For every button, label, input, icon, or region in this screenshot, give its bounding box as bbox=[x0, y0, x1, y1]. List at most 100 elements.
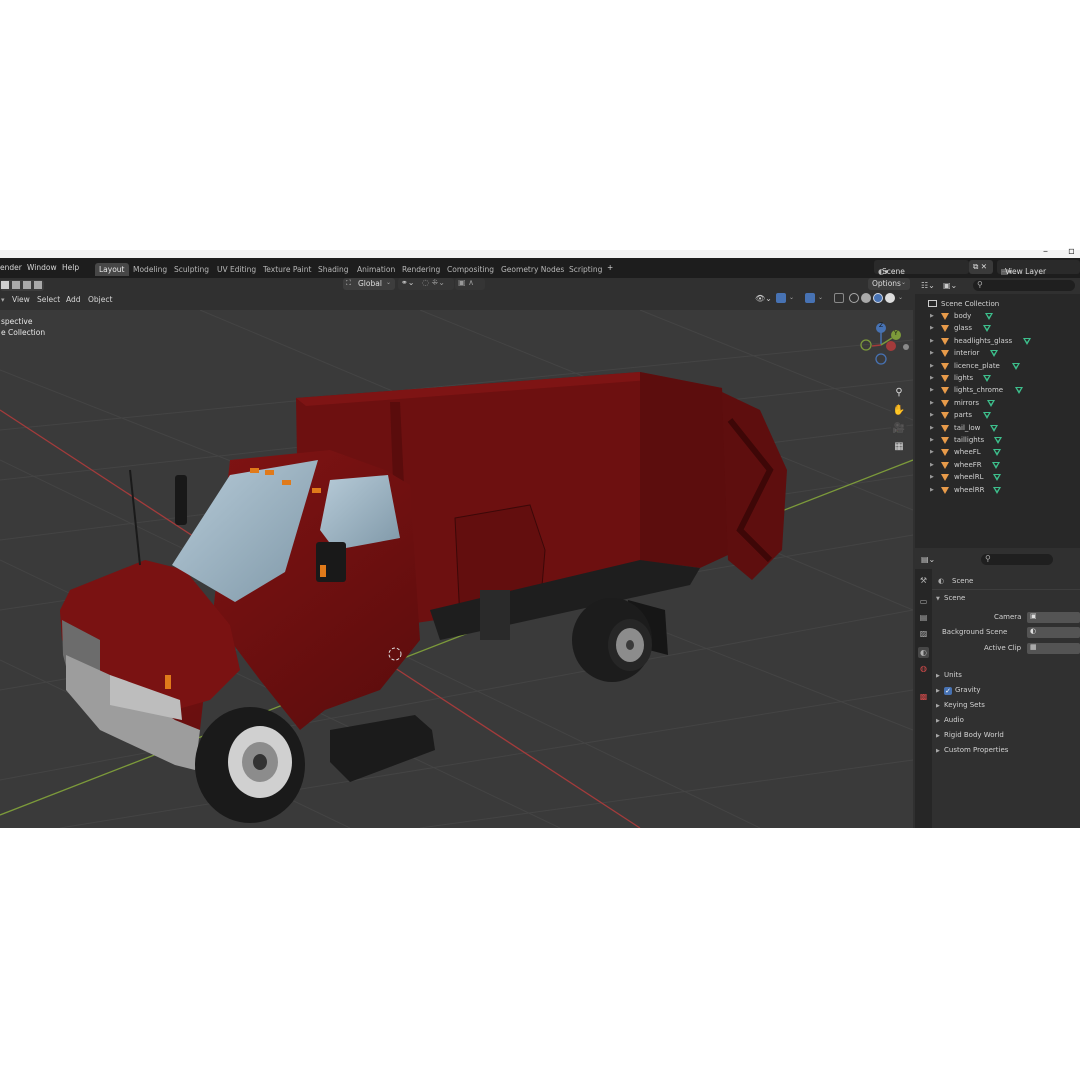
view-layer-selector[interactable]: ▤▾ View Layer bbox=[997, 260, 1080, 276]
menu-view[interactable]: View bbox=[12, 295, 30, 304]
expand-arrow-icon[interactable]: ▶ bbox=[930, 409, 934, 421]
camera-field[interactable]: ▣ bbox=[1027, 612, 1080, 623]
tab-compositing[interactable]: Compositing bbox=[443, 263, 498, 276]
outliner-item-wheefr[interactable]: ▶ wheeFR bbox=[915, 459, 1080, 471]
outliner-item-taillights[interactable]: ▶ taillights bbox=[915, 434, 1080, 446]
expand-arrow-icon[interactable]: ▶ bbox=[930, 484, 934, 496]
section-rigid-body-world[interactable]: ▶ Rigid Body World bbox=[932, 731, 1080, 743]
section-units[interactable]: ▶ Units bbox=[932, 671, 1080, 683]
scene-copy-button[interactable]: ⧉ ✕ bbox=[969, 260, 993, 274]
gravity-checkbox[interactable]: ✓ bbox=[944, 687, 952, 695]
tab-geometry-nodes[interactable]: Geometry Nodes bbox=[497, 263, 568, 276]
expand-arrow-icon[interactable]: ▶ bbox=[930, 310, 934, 322]
tab-scripting[interactable]: Scripting bbox=[565, 263, 606, 276]
background-scene-field[interactable]: ◐ bbox=[1027, 627, 1080, 638]
add-workspace-button[interactable]: + bbox=[607, 263, 613, 272]
tab-layout[interactable]: Layout bbox=[95, 263, 129, 276]
tool-tab-icon[interactable]: ⚒ bbox=[918, 575, 929, 586]
properties-search-input[interactable]: ⚲ bbox=[981, 554, 1053, 565]
scene-selector[interactable]: ◐▾ Scene bbox=[874, 260, 969, 276]
outliner-item-mirrors[interactable]: ▶ mirrors bbox=[915, 397, 1080, 409]
tab-modeling[interactable]: Modeling bbox=[129, 263, 171, 276]
expand-arrow-icon[interactable]: ▶ bbox=[930, 434, 934, 446]
pan-hand-icon[interactable]: ✋ bbox=[891, 403, 907, 419]
section-gravity[interactable]: ▶ ✓ Gravity bbox=[932, 686, 1080, 698]
camera-view-icon[interactable]: 🎥 bbox=[891, 421, 907, 437]
object-icon bbox=[941, 449, 949, 457]
outliner-item-licence-plate[interactable]: ▶ licence_plate bbox=[915, 360, 1080, 372]
outliner-item-lights-chrome[interactable]: ▶ lights_chrome bbox=[915, 384, 1080, 396]
outliner-scene-collection[interactable]: Scene Collection bbox=[915, 298, 1080, 310]
material-shading-icon[interactable] bbox=[873, 293, 883, 303]
editor-type-icon[interactable]: ▾ bbox=[1, 296, 5, 304]
outliner-item-wheefl[interactable]: ▶ wheeFL bbox=[915, 446, 1080, 458]
outliner-item-lights[interactable]: ▶ lights bbox=[915, 372, 1080, 384]
menu-help[interactable]: Help bbox=[62, 263, 79, 272]
section-custom-properties[interactable]: ▶ Custom Properties bbox=[932, 746, 1080, 758]
outliner-item-headlights-glass[interactable]: ▶ headlights_glass bbox=[915, 335, 1080, 347]
mesh-data-icon bbox=[983, 325, 991, 333]
outliner-editor-icon[interactable]: ☷⌄ bbox=[921, 281, 935, 290]
options-dropdown[interactable]: Options ⌄ bbox=[868, 278, 910, 290]
snap-controls[interactable]: ◌ ⁜⌄ bbox=[420, 278, 454, 290]
outliner-item-wheelrl[interactable]: ▶ wheelRL bbox=[915, 471, 1080, 483]
section-keying-sets[interactable]: ▶ Keying Sets bbox=[932, 701, 1080, 713]
outliner-item-body[interactable]: ▶ body bbox=[915, 310, 1080, 322]
expand-arrow-icon[interactable]: ▶ bbox=[930, 446, 934, 458]
display-mode-icon[interactable]: ▣⌄ bbox=[943, 281, 957, 290]
tab-sculpting[interactable]: Sculpting bbox=[170, 263, 213, 276]
outliner-search-input[interactable]: ⚲ bbox=[973, 280, 1075, 291]
tab-rendering[interactable]: Rendering bbox=[398, 263, 444, 276]
menu-object[interactable]: Object bbox=[88, 295, 112, 304]
tab-uv-editing[interactable]: UV Editing bbox=[213, 263, 260, 276]
expand-arrow-icon[interactable]: ▶ bbox=[930, 335, 934, 347]
wireframe-shading-icon[interactable] bbox=[849, 293, 859, 303]
orientation-dropdown[interactable]: ⛶ Global ⌄ bbox=[343, 278, 395, 290]
select-mode-buttons[interactable] bbox=[0, 280, 44, 291]
tab-texture-paint[interactable]: Texture Paint bbox=[259, 263, 315, 276]
expand-arrow-icon[interactable]: ▶ bbox=[930, 322, 934, 334]
view-layer-tab-icon[interactable]: ▨ bbox=[918, 628, 929, 639]
navigation-gizmo[interactable]: Z Y bbox=[855, 318, 913, 378]
menu-select[interactable]: Select bbox=[37, 295, 60, 304]
outliner-item-wheelrr[interactable]: ▶ wheelRR bbox=[915, 484, 1080, 496]
solid-shading-icon[interactable] bbox=[861, 293, 871, 303]
panel-expanded-icon[interactable]: ▼ bbox=[936, 596, 940, 602]
zoom-icon[interactable]: ⚲ bbox=[891, 385, 907, 401]
scene-panel-title[interactable]: Scene bbox=[944, 594, 965, 602]
expand-arrow-icon[interactable]: ▶ bbox=[930, 471, 934, 483]
section-audio[interactable]: ▶ Audio bbox=[932, 716, 1080, 728]
properties-editor-icon[interactable]: ▤⌄ bbox=[921, 555, 935, 564]
expand-arrow-icon[interactable]: ▶ bbox=[930, 397, 934, 409]
menu-window[interactable]: Window bbox=[27, 263, 57, 272]
outliner-item-tail-low[interactable]: ▶ tail_low bbox=[915, 422, 1080, 434]
grid-view-icon[interactable]: ▦ bbox=[891, 439, 907, 455]
world-tab-icon[interactable]: ◍ bbox=[918, 663, 929, 674]
expand-arrow-icon[interactable]: ▶ bbox=[930, 347, 934, 359]
expand-arrow-icon[interactable]: ▶ bbox=[930, 360, 934, 372]
menu-render[interactable]: ender bbox=[0, 263, 22, 272]
overlay-toggle-icon[interactable] bbox=[805, 293, 815, 303]
visibility-icon[interactable]: 👁⌄ bbox=[755, 294, 772, 303]
render-tab-icon[interactable]: ▭ bbox=[918, 596, 929, 607]
active-clip-field[interactable]: ▦ bbox=[1027, 643, 1080, 654]
menu-add[interactable]: Add bbox=[66, 295, 81, 304]
xray-toggle-icon[interactable] bbox=[834, 293, 844, 303]
expand-arrow-icon[interactable]: ▶ bbox=[930, 422, 934, 434]
output-tab-icon[interactable]: ▤ bbox=[918, 612, 929, 623]
tab-animation[interactable]: Animation bbox=[353, 263, 399, 276]
outliner-item-parts[interactable]: ▶ parts bbox=[915, 409, 1080, 421]
expand-arrow-icon[interactable]: ▶ bbox=[930, 372, 934, 384]
rendered-shading-icon[interactable] bbox=[885, 293, 895, 303]
expand-arrow-icon[interactable]: ▶ bbox=[930, 459, 934, 471]
context-icon: ◐ bbox=[938, 577, 945, 585]
expand-arrow-icon[interactable]: ▶ bbox=[930, 384, 934, 396]
scene-tab-icon[interactable]: ◐ bbox=[918, 647, 929, 658]
gizmo-toggle-icon[interactable] bbox=[776, 293, 786, 303]
outliner-item-interior[interactable]: ▶ interior bbox=[915, 347, 1080, 359]
proportional-edit[interactable]: ▣ ∧ bbox=[455, 278, 485, 290]
3d-viewport[interactable]: spective e Collection Z Y ⚲ ✋ 🎥 ▦ bbox=[0, 310, 913, 828]
texture-tab-icon[interactable]: ▩ bbox=[918, 691, 929, 702]
outliner-item-glass[interactable]: ▶ glass bbox=[915, 322, 1080, 334]
tab-shading[interactable]: Shading bbox=[314, 263, 352, 276]
